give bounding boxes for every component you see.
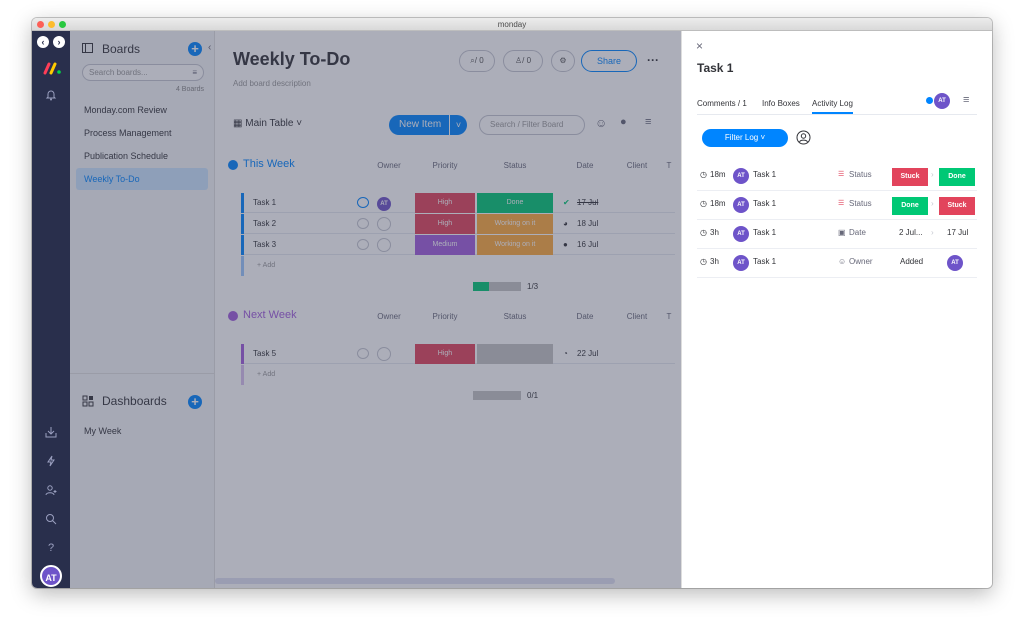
help-icon[interactable]: ? [32,542,70,554]
person-filter-icon[interactable] [796,130,811,145]
invite-user-icon[interactable] [32,484,70,499]
log-from-value: Stuck [892,168,928,186]
title-bar: monday [32,18,992,31]
tab-comments[interactable]: Comments / 1 [697,99,747,112]
log-item[interactable]: Task 1 [753,228,776,237]
forward-arrow-icon[interactable]: › [53,36,65,48]
monday-logo-icon[interactable] [42,61,62,75]
search-icon[interactable] [32,513,70,528]
log-user-avatar: AT [733,255,749,271]
status-column-icon: ☰ [838,200,845,207]
log-time: 3h [710,228,719,237]
calendar-icon: ▣ [838,228,846,237]
back-arrow-icon[interactable]: ‹ [37,36,49,48]
maximize-window-button[interactable] [59,21,66,28]
clock-icon: ◷ [700,199,707,208]
tab-divider [697,114,977,115]
tab-activity-log[interactable]: Activity Log [812,99,853,114]
log-time: 18m [710,170,726,179]
tab-info-boxes[interactable]: Info Boxes [762,99,800,112]
activity-log-entry: ◷ 3h AT Task 1 ▣ Date 2 Jul... › 17 Jul [697,220,977,249]
chevron-right-icon: › [931,228,934,237]
clock-icon: ◷ [700,170,707,179]
log-item[interactable]: Task 1 [753,199,776,208]
log-to-value: Stuck [939,197,975,215]
chevron-right-icon: › [931,199,934,208]
log-to-value: AT [947,255,963,271]
close-window-button[interactable] [37,21,44,28]
clock-icon: ◷ [700,257,707,266]
log-time: 3h [710,257,719,266]
log-from-value: Added [900,257,924,266]
activity-log-entry: ◷ 18m AT Task 1 ☰ Status Stuck › Done [697,162,977,191]
board-overlay[interactable] [70,31,681,588]
log-to-value: Done [939,168,975,186]
log-to-value: 17 Jul [947,228,969,237]
window-title: monday [497,20,527,29]
item-title[interactable]: Task 1 [697,61,733,75]
minimize-window-button[interactable] [48,21,55,28]
item-detail-panel: × Task 1 Comments / 1 Info Boxes Activit… [681,31,992,588]
menu-icon[interactable]: ≡ [963,94,969,106]
horizontal-scrollbar[interactable] [215,578,615,584]
app-window: monday ‹ › ? AT Boards + ‹ Search boards… [32,18,992,588]
owner-column-icon: ☺ [838,257,847,266]
activity-log-entry: ◷ 18m AT Task 1 ☰ Status Done › Stuck [697,191,977,220]
bell-icon[interactable] [32,89,70,104]
left-nav: ‹ › ? AT [32,31,70,588]
log-from-value: Done [892,197,928,215]
clock-icon: ◷ [700,228,707,237]
close-icon[interactable]: × [696,39,703,53]
inbox-icon[interactable] [32,426,70,441]
log-from-value: 2 Jul... [899,228,923,237]
filter-log-button[interactable]: Filter Log ˅ [702,129,788,147]
log-field: Status [849,199,872,208]
activity-log-entry: ◷ 3h AT Task 1 ☺ Owner Added AT [697,249,977,278]
log-field: Owner [849,257,873,266]
log-user-avatar: AT [733,168,749,184]
lightning-icon[interactable] [32,455,70,470]
user-avatar[interactable]: AT [32,565,70,587]
log-item[interactable]: Task 1 [753,170,776,179]
log-user-avatar: AT [733,197,749,213]
add-subscriber-icon[interactable] [926,97,933,104]
chevron-right-icon: › [931,170,934,179]
log-time: 18m [710,199,726,208]
status-column-icon: ☰ [838,171,845,178]
log-item[interactable]: Task 1 [753,257,776,266]
log-user-avatar: AT [733,226,749,242]
log-field: Date [849,228,866,237]
subscriber-avatar[interactable]: AT [934,93,950,109]
log-field: Status [849,170,872,179]
